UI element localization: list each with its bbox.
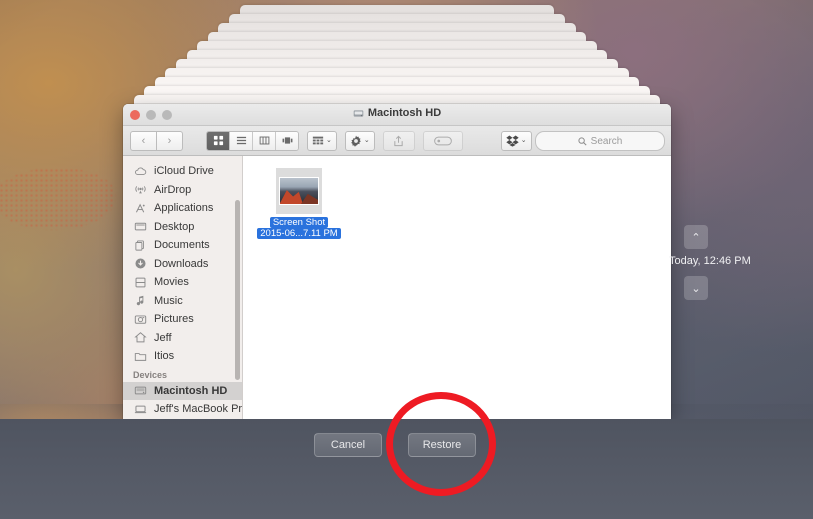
documents-icon (133, 238, 147, 252)
dropbox-button[interactable]: ⌄ (500, 130, 532, 151)
file-thumbnail-selection[interactable] (276, 168, 322, 214)
file-name-line1: Screen Shot (269, 217, 329, 228)
view-mode-segmented-control[interactable] (206, 130, 299, 151)
sidebar-item-label: iCloud Drive (154, 165, 214, 178)
sidebar-item-label: Music (154, 294, 183, 307)
sidebar-item-icloud-drive[interactable]: iCloud Drive (123, 162, 242, 181)
sidebar-item-desktop[interactable]: Desktop (123, 218, 242, 237)
tag-button[interactable] (422, 130, 463, 151)
annotation-circle (386, 392, 496, 496)
folder-icon (133, 349, 147, 363)
file-item[interactable]: Screen Shot 2015-06...7.11 PM (257, 168, 341, 239)
timeline-back-button[interactable]: ⌃ (684, 225, 708, 249)
finder-window[interactable]: Macintosh HD ‹ › ⌄ ⌄ ⌄ Search iCloud Dri… (123, 104, 671, 419)
coverflow-view-button[interactable] (275, 131, 298, 150)
file-browser-content[interactable]: Screen Shot 2015-06...7.11 PM (243, 156, 671, 419)
search-placeholder: Search (590, 135, 623, 147)
forward-button[interactable]: › (157, 130, 183, 151)
sidebar-item-macintosh-hd[interactable]: Macintosh HD (123, 381, 242, 400)
sidebar-item-label: AirDrop (154, 183, 192, 196)
sidebar-list[interactable]: iCloud Drive AirDrop Applications Desktop Do… (123, 162, 242, 419)
sidebar-item-label: Desktop (154, 220, 195, 233)
sidebar-item-airdrop[interactable]: AirDrop (123, 181, 242, 200)
sidebar-item-downloads[interactable]: Downloads (123, 255, 242, 274)
sidebar-item-jeff[interactable]: Jeff (123, 329, 242, 348)
timeline-forward-button[interactable]: ⌄ (684, 276, 708, 300)
downloads-icon (133, 257, 147, 271)
pictures-icon (133, 312, 147, 326)
arrange-icon (312, 136, 324, 145)
cloud-icon (133, 164, 147, 178)
list-view-button[interactable] (229, 131, 252, 150)
cancel-button[interactable]: Cancel (314, 433, 382, 457)
dropbox-icon (506, 135, 519, 147)
sidebar-item-label: Downloads (154, 257, 209, 270)
sidebar-item-applications[interactable]: Applications (123, 199, 242, 218)
action-button[interactable]: ⌄ (344, 130, 375, 151)
window-titlebar: Macintosh HD (123, 104, 671, 126)
screenshot-thumbnail-icon (279, 177, 319, 205)
laptop-icon (133, 402, 147, 416)
timeline-date-label: Today, 12:46 PM (669, 255, 751, 267)
sidebar-item-label: Macintosh HD (154, 384, 228, 397)
home-icon (133, 331, 147, 345)
navigation-buttons[interactable]: ‹ › (130, 130, 183, 151)
applications-icon (133, 201, 147, 215)
search-icon (578, 136, 587, 146)
sidebar-item-jeff-s-macbook-pr[interactable]: Jeff's MacBook Pr... (123, 400, 242, 419)
finder-body: iCloud Drive AirDrop Applications Desktop Do… (123, 156, 671, 419)
sidebar-item-label: Pictures (154, 313, 194, 326)
sidebar-section-devices: Devices (133, 369, 168, 380)
sidebar-item-documents[interactable]: Documents (123, 236, 242, 255)
tag-icon (433, 136, 452, 145)
file-name-label: Screen Shot 2015-06...7.11 PM (257, 217, 341, 239)
sidebar-item-movies[interactable]: Movies (123, 273, 242, 292)
share-icon (394, 135, 403, 146)
column-view-button[interactable] (252, 131, 275, 150)
finder-toolbar[interactable]: ‹ › ⌄ ⌄ ⌄ Search (123, 126, 671, 156)
arrange-button[interactable]: ⌄ (307, 130, 337, 151)
sidebar-item-music[interactable]: Music (123, 292, 242, 311)
sidebar-item-label: Applications (154, 202, 214, 215)
sidebar-item-label: Itios (154, 350, 175, 363)
sidebar-item-label: Jeff's MacBook Pr... (154, 403, 243, 416)
back-button[interactable]: ‹ (130, 130, 157, 151)
hard-disk-icon (353, 109, 364, 117)
finder-sidebar[interactable]: iCloud Drive AirDrop Applications Desktop Do… (123, 156, 243, 419)
time-machine-screen: Macintosh HD ‹ › ⌄ ⌄ ⌄ Search iCloud Dri… (0, 0, 813, 519)
sidebar-item-label: Jeff (154, 331, 172, 344)
airdrop-icon (133, 183, 147, 197)
movies-icon (133, 275, 147, 289)
gear-icon (351, 135, 361, 147)
icon-view-button[interactable] (207, 131, 229, 150)
desktop-icon (133, 220, 147, 234)
window-title: Macintosh HD (123, 107, 671, 119)
sidebar-item-pictures[interactable]: Pictures (123, 310, 242, 329)
music-icon (133, 294, 147, 308)
action-chevron-icon: ⌄ (363, 137, 370, 144)
sidebar-item-label: Documents (154, 239, 210, 252)
file-name-line2: 2015-06...7.11 PM (257, 228, 341, 239)
arrange-chevron-icon: ⌄ (326, 137, 332, 144)
search-field[interactable]: Search (535, 131, 665, 151)
window-title-text: Macintosh HD (367, 107, 442, 119)
sidebar-item-itios[interactable]: Itios (123, 347, 242, 366)
hard-disk-icon (133, 384, 147, 398)
sidebar-item-label: Movies (154, 276, 189, 289)
sidebar-scrollbar[interactable] (235, 200, 240, 380)
share-button[interactable] (382, 130, 415, 151)
dropbox-chevron-icon: ⌄ (520, 137, 527, 144)
